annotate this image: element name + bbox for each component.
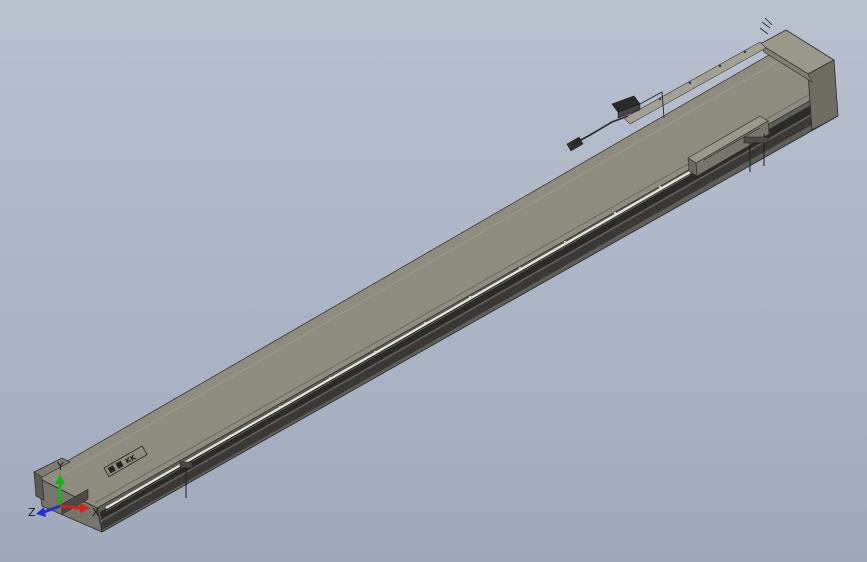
x-axis-icon — [59, 504, 81, 510]
cable-clip — [759, 17, 773, 35]
lower-band — [101, 103, 836, 530]
rail-edge — [105, 174, 691, 512]
body-top-face — [37, 54, 833, 509]
z-axis-label: Z — [28, 506, 36, 519]
x-axis-label: X — [92, 506, 100, 519]
z-axis-arrow-icon — [36, 507, 46, 517]
y-axis-label: Y — [56, 460, 64, 473]
actuator-body[interactable] — [37, 54, 839, 533]
3d-model-view[interactable]: KK Y X Z — [0, 0, 867, 562]
cad-viewport[interactable]: KK Y X Z — [0, 0, 867, 562]
top-edge-line — [49, 60, 779, 483]
rail-highlight — [105, 171, 691, 509]
